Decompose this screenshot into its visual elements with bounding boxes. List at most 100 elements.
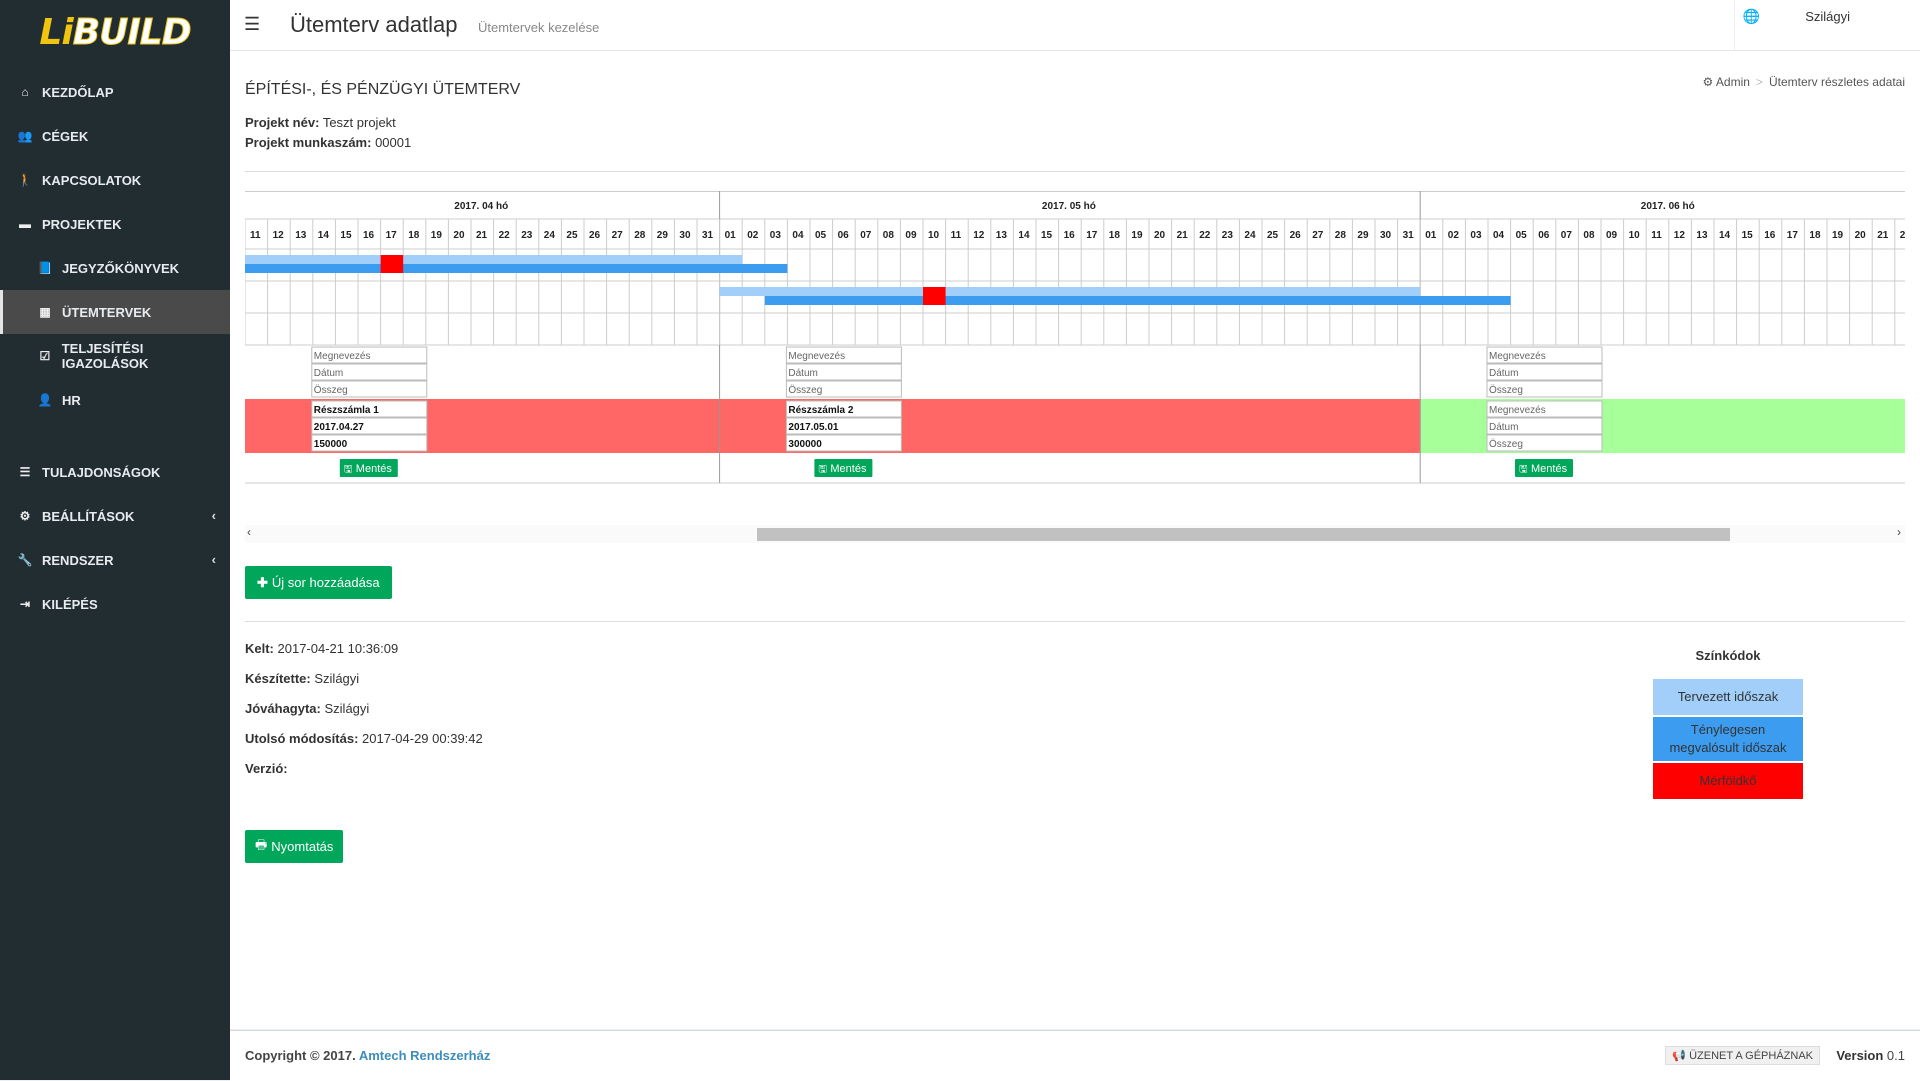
company-link[interactable]: Amtech Rendszerház <box>359 1048 490 1063</box>
day-label: 26 <box>589 230 601 241</box>
meta-label: Utolsó módosítás: <box>245 731 359 746</box>
sidebar-item-label: HR <box>62 392 81 408</box>
folder-icon: ▬ <box>19 217 31 231</box>
sidebar-item-label: RENDSZER <box>42 552 114 568</box>
day-label: 04 <box>792 230 804 241</box>
users-icon: 👥 <box>17 129 33 143</box>
sidebar-item-4[interactable]: 📘 JEGYZŐKÖNYVEK <box>0 246 230 290</box>
sidebar-item-label: JEGYZŐKÖNYVEK <box>62 260 180 276</box>
sidebar-item-label: KAPCSOLATOK <box>42 172 142 188</box>
invoice-placeholder-text: Összeg <box>314 384 348 396</box>
sidebar-item-6[interactable]: ☑ TELJESÍTÉSI IGAZOLÁSOK <box>0 334 230 378</box>
sidebar-item-11[interactable]: 🔧 RENDSZER ‹ <box>0 538 230 582</box>
planned-bar <box>245 255 743 264</box>
day-label: 22 <box>1900 230 1905 241</box>
day-label: 15 <box>1041 230 1053 241</box>
main-content: ÉPÍTÉSI-, ÉS PÉNZÜGYI ÜTEMTERV ⚙ Admin > Ü… <box>230 51 1920 1029</box>
invoice-placeholder-text: Megnevezés <box>788 351 845 362</box>
project-no-label: Projekt munkaszám: <box>245 135 372 150</box>
day-label: 08 <box>883 230 895 241</box>
save-icon: 🖫 <box>1519 464 1528 475</box>
sidebar-item-label: TELJESÍTÉSI IGAZOLÁSOK <box>61 341 149 371</box>
day-label: 20 <box>453 230 465 241</box>
meta-label: Verzió: <box>245 761 288 776</box>
version-info: Version 0.1 <box>1836 1048 1905 1063</box>
day-label: 13 <box>295 230 307 241</box>
day-label: 25 <box>566 230 578 241</box>
app-logo[interactable]: LiBUILD <box>0 0 230 64</box>
day-label: 14 <box>318 230 330 241</box>
scroll-left-icon[interactable]: ‹ <box>247 525 251 539</box>
sidebar-item-7[interactable]: 👤 HR <box>0 378 230 422</box>
invoice-placeholder-text: Dátum <box>1489 368 1518 379</box>
day-label: 19 <box>1131 230 1143 241</box>
cogs-icon: ⚙ <box>19 509 31 523</box>
day-label: 15 <box>1742 230 1754 241</box>
day-label: 17 <box>1787 230 1799 241</box>
user-icon: 👤 <box>37 393 53 407</box>
sidebar-item-2[interactable]: 🚶 KAPCSOLATOK <box>0 158 230 202</box>
page-header-title: Ütemterv adatlap <box>290 12 458 37</box>
meta-row: Készítette: Szilágyi <box>245 671 483 701</box>
day-label: 12 <box>273 230 285 241</box>
day-label: 25 <box>1267 230 1279 241</box>
menu-gap <box>0 422 230 450</box>
sidebar-menu: ⌂ KEZDŐLAP 👥 CÉGEK 🚶 KAPCSOLATOK ▬ PROJEKTEK 📘 JE… <box>0 70 230 626</box>
sidebar: LiBUILD ⌂ KEZDŐLAP 👥 CÉGEK 🚶 KAPCSOLATOK ▬ PROJ… <box>0 0 230 1080</box>
day-label: 19 <box>1832 230 1844 241</box>
day-label: 31 <box>1403 230 1415 241</box>
header-divider <box>1734 0 1735 50</box>
meta-value: Szilágyi <box>314 671 360 686</box>
day-label: 24 <box>544 230 556 241</box>
day-label: 20 <box>1154 230 1166 241</box>
sidebar-item-10[interactable]: ⚙ BEÁLLÍTÁSOK ‹ <box>0 494 230 538</box>
day-label: 29 <box>1357 230 1369 241</box>
user-menu[interactable]: Szilágyi <box>1805 9 1850 24</box>
save-label: Mentés <box>1531 463 1568 475</box>
day-label: 16 <box>363 230 375 241</box>
day-label: 22 <box>499 230 511 241</box>
book-icon: 📘 <box>37 261 53 275</box>
day-label: 06 <box>1538 230 1550 241</box>
calendar-icon: ▦ <box>39 305 51 319</box>
sidebar-item-9[interactable]: ☰ TULAJDONSÁGOK <box>0 450 230 494</box>
invoice-value-date: 2017.05.01 <box>788 422 838 433</box>
globe-icon[interactable]: 🌐 <box>1743 8 1760 25</box>
meta-row: Verzió: <box>245 761 483 791</box>
day-label: 01 <box>1425 230 1437 241</box>
add-row-label: Új sor hozzáadása <box>271 575 380 590</box>
sidebar-item-3[interactable]: ▬ PROJEKTEK <box>0 202 230 246</box>
sidebar-item-1[interactable]: 👥 CÉGEK <box>0 114 230 158</box>
menu-toggle-icon[interactable]: ☰ <box>244 14 260 35</box>
invoice-value-amount: 300000 <box>788 439 822 450</box>
day-label: 21 <box>1177 230 1189 241</box>
month-label: 2017. 05 hó <box>1042 201 1096 212</box>
project-no: 00001 <box>375 135 412 150</box>
day-label: 05 <box>815 230 827 241</box>
day-label: 23 <box>1222 230 1234 241</box>
sidebar-item-0[interactable]: ⌂ KEZDŐLAP <box>0 70 230 114</box>
scrollbar-thumb[interactable] <box>757 528 1730 541</box>
cogs-icon: ⚙ <box>1702 75 1714 89</box>
day-label: 01 <box>725 230 737 241</box>
message-button-label: ÜZENET A GÉPHÁZNAK <box>1689 1050 1813 1062</box>
day-label: 07 <box>860 230 872 241</box>
horizontal-scrollbar[interactable]: ‹ › <box>245 525 1905 543</box>
add-row-button[interactable]: ✚ Új sor hozzáadása <box>245 566 392 599</box>
message-button[interactable]: 📢 ÜZENET A GÉPHÁZNAK <box>1665 1046 1820 1065</box>
divider <box>245 621 1905 622</box>
scroll-right-icon[interactable]: › <box>1897 525 1901 539</box>
legend-actual: Ténylegesen megvalósult időszak <box>1653 717 1803 761</box>
day-label: 04 <box>1493 230 1505 241</box>
home-icon: ⌂ <box>21 85 29 99</box>
print-button[interactable]: 🖶 Nyomtatás <box>245 830 344 863</box>
day-label: 07 <box>1561 230 1573 241</box>
day-label: 02 <box>1448 230 1460 241</box>
sidebar-item-label: ÜTEMTERVEK <box>62 304 152 320</box>
sidebar-item-5[interactable]: ▦ ÜTEMTERVEK <box>0 290 230 334</box>
day-label: 27 <box>612 230 624 241</box>
breadcrumb-admin[interactable]: Admin <box>1716 75 1750 89</box>
chevron-left-icon: ‹ <box>211 508 216 523</box>
sidebar-item-12[interactable]: ⇥ KILÉPÉS <box>0 582 230 626</box>
wrench-icon: 🔧 <box>17 553 33 567</box>
